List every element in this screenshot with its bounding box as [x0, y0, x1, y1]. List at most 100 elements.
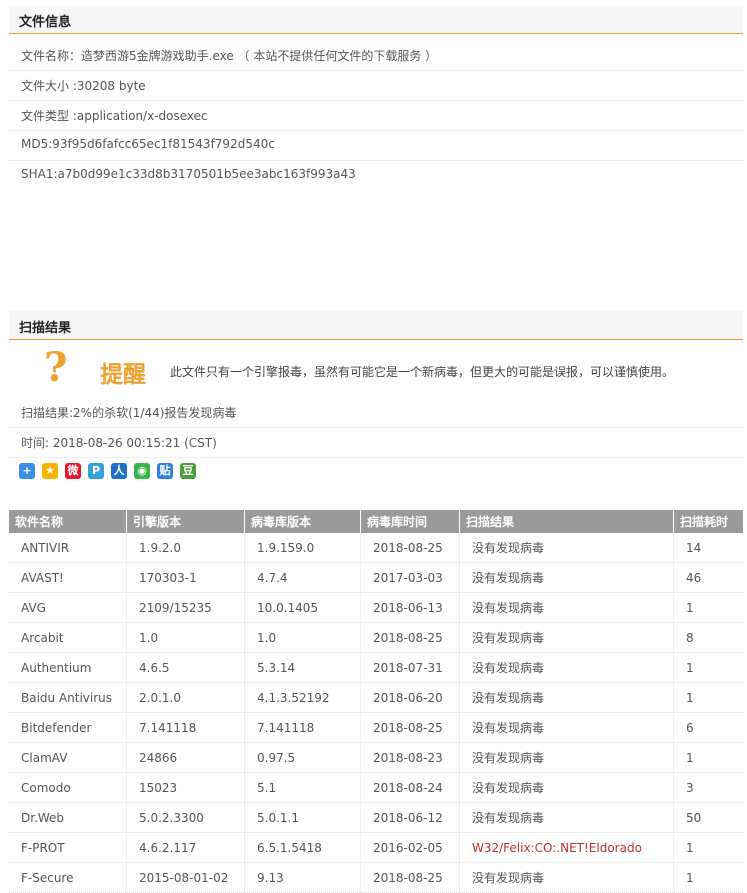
- scan-result-title: 扫描结果: [19, 321, 72, 336]
- cell-scan-duration: 1: [673, 682, 743, 713]
- cell-software: F-PROT: [9, 832, 127, 863]
- cell-db-time: 2018-08-23: [360, 742, 460, 773]
- col-software: 软件名称: [9, 510, 127, 533]
- cell-db-version: 1.0: [244, 622, 361, 653]
- scan-summary: 扫描结果:2%的杀软(1/44)报告发现病毒: [21, 406, 237, 420]
- cell-scan-duration: 1: [673, 652, 743, 683]
- table-row: Dr.Web 5.0.2.3300 5.0.1.1 2018-06-12 没有发现病毒 5…: [9, 802, 743, 833]
- qzone-icon[interactable]: ★: [42, 463, 58, 479]
- cell-engine-version: 4.6.2.117: [126, 832, 245, 863]
- table-row: AVG 2109/15235 10.0.1405 2018-06-13 没有发现病毒 1: [9, 592, 743, 623]
- scan-result-header: 扫描结果: [9, 311, 743, 340]
- cell-db-version: 5.3.14: [244, 652, 361, 683]
- cell-db-version: 0.97.5: [244, 742, 361, 773]
- cell-scan-result: 没有发现病毒: [459, 772, 674, 803]
- cell-engine-version: 24866: [126, 742, 245, 773]
- cell-software: Comodo: [9, 772, 127, 803]
- cell-db-version: 4.7.4: [244, 562, 361, 593]
- cell-scan-duration: 1: [673, 832, 743, 863]
- cell-db-version: 1.9.159.0: [244, 533, 361, 563]
- cell-db-version: 5.0.1.1: [244, 802, 361, 833]
- cell-db-version: 9.13: [244, 862, 361, 893]
- alert-message: 此文件只有一个引擎报毒，虽然有可能它是一个新病毒，但更大的可能是误报，可以谨慎使…: [170, 365, 675, 379]
- col-db-version: 病毒库版本: [244, 510, 361, 533]
- table-row: Baidu Antivirus 2.0.1.0 4.1.3.52192 2018-06…: [9, 682, 743, 713]
- file-info-title: 文件信息: [19, 15, 72, 30]
- renren-icon[interactable]: 人: [111, 463, 127, 479]
- cell-scan-result: 没有发现病毒: [459, 652, 674, 683]
- table-row: Bitdefender 7.141118 7.141118 2018-08-25 没有发…: [9, 712, 743, 743]
- cell-db-time: 2018-08-25: [360, 622, 460, 653]
- scan-results-table: 软件名称 引擎版本 病毒库版本 病毒库时间 扫描结果 扫描耗时 ANTIVIR 1…: [9, 510, 743, 893]
- cell-software: Dr.Web: [9, 802, 127, 833]
- cell-software: AVG: [9, 592, 127, 623]
- table-row: ClamAV 24866 0.97.5 2018-08-23 没有发现病毒 1: [9, 742, 743, 773]
- table-row: F-Secure 2015-08-01-02 9.13 2018-08-25 没有发现病…: [9, 862, 743, 893]
- scan-time: 时间: 2018-08-26 00:15:21 (CST): [21, 436, 217, 450]
- alert-title: 提醒: [100, 362, 146, 388]
- table-row: Arcabit 1.0 1.0 2018-08-25 没有发现病毒 8: [9, 622, 743, 653]
- tencent-weibo-icon[interactable]: P: [88, 463, 104, 479]
- cell-scan-result: 没有发现病毒: [459, 742, 674, 773]
- table-row: F-PROT 4.6.2.117 6.5.1.5418 2016-02-05 W32/F…: [9, 832, 743, 863]
- cell-scan-duration: 1: [673, 862, 743, 893]
- cell-engine-version: 2.0.1.0: [126, 682, 245, 713]
- cell-engine-version: 1.0: [126, 622, 245, 653]
- cell-db-version: 4.1.3.52192: [244, 682, 361, 713]
- cell-engine-version: 170303-1: [126, 562, 245, 593]
- table-row: AVAST! 170303-1 4.7.4 2017-03-03 没有发现病毒 46: [9, 562, 743, 593]
- cell-db-version: 5.1: [244, 772, 361, 803]
- col-engine-version: 引擎版本: [126, 510, 245, 533]
- cell-software: Authentium: [9, 652, 127, 683]
- cell-db-time: 2018-07-31: [360, 652, 460, 683]
- tieba-icon[interactable]: 贴: [157, 463, 173, 479]
- cell-engine-version: 15023: [126, 772, 245, 803]
- cell-scan-duration: 14: [673, 533, 743, 563]
- cell-scan-result: 没有发现病毒: [459, 562, 674, 593]
- cell-db-time: 2018-08-24: [360, 772, 460, 803]
- cell-software: Arcabit: [9, 622, 127, 653]
- cell-engine-version: 2015-08-01-02: [126, 862, 245, 893]
- col-db-time: 病毒库时间: [360, 510, 460, 533]
- cell-software: ClamAV: [9, 742, 127, 773]
- cell-db-time: 2018-08-25: [360, 533, 460, 563]
- weibo-icon[interactable]: 微: [65, 463, 81, 479]
- file-size-line: 文件大小 :30208 byte: [21, 79, 146, 93]
- cell-engine-version: 7.141118: [126, 712, 245, 743]
- cell-software: ANTIVIR: [9, 533, 127, 563]
- cell-scan-duration: 1: [673, 742, 743, 773]
- cell-db-version: 6.5.1.5418: [244, 832, 361, 863]
- question-mark-icon: ?: [44, 344, 68, 391]
- share-toolbar: + ★ 微 P 人 ◉ 贴 豆: [19, 463, 196, 479]
- cell-db-time: 2018-08-25: [360, 862, 460, 893]
- cell-scan-result: 没有发现病毒: [459, 622, 674, 653]
- cell-software: Baidu Antivirus: [9, 682, 127, 713]
- table-row: Authentium 4.6.5 5.3.14 2018-07-31 没有发现病毒 1: [9, 652, 743, 683]
- col-scan-duration: 扫描耗时: [673, 510, 743, 533]
- col-scan-result: 扫描结果: [459, 510, 674, 533]
- cell-db-version: 10.0.1405: [244, 592, 361, 623]
- cell-scan-duration: 46: [673, 562, 743, 593]
- cell-db-time: 2018-06-12: [360, 802, 460, 833]
- file-info-header: 文件信息: [9, 5, 743, 34]
- share-more-icon[interactable]: +: [19, 463, 35, 479]
- cell-scan-result: W32/Felix:CO:.NET!Eldorado: [459, 832, 674, 863]
- cell-scan-result: 没有发现病毒: [459, 533, 674, 563]
- file-type-line: 文件类型 :application/x-dosexec: [21, 109, 208, 123]
- wechat-icon[interactable]: ◉: [134, 463, 150, 479]
- cell-scan-result: 没有发现病毒: [459, 592, 674, 623]
- file-name-line: 文件名称：造梦西游5金牌游戏助手.exe （ 本站不提供任何文件的下载服务 ）: [21, 49, 438, 63]
- cell-scan-duration: 3: [673, 772, 743, 803]
- douban-icon[interactable]: 豆: [180, 463, 196, 479]
- cell-engine-version: 2109/15235: [126, 592, 245, 623]
- cell-scan-result: 没有发现病毒: [459, 682, 674, 713]
- cell-db-time: 2016-02-05: [360, 832, 460, 863]
- cell-scan-duration: 8: [673, 622, 743, 653]
- cell-db-time: 2018-06-20: [360, 682, 460, 713]
- cell-software: Bitdefender: [9, 712, 127, 743]
- cell-engine-version: 1.9.2.0: [126, 533, 245, 563]
- cell-scan-duration: 1: [673, 592, 743, 623]
- cell-software: AVAST!: [9, 562, 127, 593]
- cell-scan-result: 没有发现病毒: [459, 712, 674, 743]
- cell-scan-duration: 6: [673, 712, 743, 743]
